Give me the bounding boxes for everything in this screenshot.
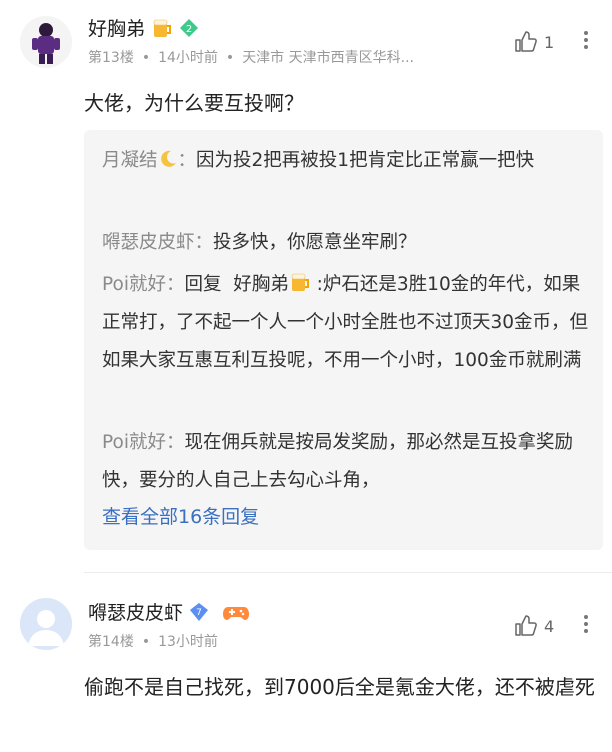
reply-item[interactable]: Poi就好：现在佣兵就是按局发奖励，那必然是互投拿奖励快，要分的人自己上去勾心斗… xyxy=(102,424,597,500)
reply-item[interactable]: Poi就好：回复 好胸弟 :炉石还是3胜10金的年代，如果正常打，了不起一个人一… xyxy=(102,266,597,380)
more-options-icon[interactable] xyxy=(584,612,590,636)
like-count: 4 xyxy=(544,616,555,636)
comment-text: 大佬，为什么要互投啊？ xyxy=(84,91,304,115)
comment-meta: 第14楼 • 13小时前 xyxy=(88,634,218,650)
moon-icon xyxy=(158,145,178,167)
reply-to-user[interactable]: 好胸弟 xyxy=(233,274,289,295)
more-options-icon[interactable] xyxy=(584,28,590,52)
gamepad-icon xyxy=(223,602,250,622)
comment-text: 偷跑不是自己找死，到7000后全是氪金大佬，还不被虐死 xyxy=(84,675,595,699)
like-button[interactable]: 1 xyxy=(514,30,554,54)
comment-meta: 第13楼 • 14小时前 • 天津市 天津市西青区华科... xyxy=(88,50,414,66)
username[interactable]: 好胸弟 2 xyxy=(88,14,199,41)
reply-author[interactable]: 嘚瑟皮皮虾： xyxy=(102,232,213,253)
reply-box[interactable]: 月凝结 ：因为投2把再被投1把肯定比正常赢一把快 嘚瑟皮皮虾：投多快，你愿意坐牢刷… xyxy=(84,130,603,550)
username[interactable]: 嘚瑟皮皮虾 7 xyxy=(88,598,250,625)
reply-item[interactable]: 月凝结 ：因为投2把再被投1把肯定比正常赢一把快 xyxy=(102,142,597,180)
like-button[interactable]: 4 xyxy=(514,614,554,638)
beer-icon xyxy=(289,269,311,291)
avatar[interactable] xyxy=(20,598,72,650)
like-count: 1 xyxy=(544,32,555,52)
reply-text: 因为投2把再被投1把肯定比正常赢一把快 xyxy=(196,150,535,171)
thumbs-up-icon xyxy=(515,615,537,636)
reply-item[interactable]: 嘚瑟皮皮虾：投多快，你愿意坐牢刷？ xyxy=(102,224,597,262)
level-badge-icon: 7 xyxy=(189,602,209,622)
level-badge-icon: 2 xyxy=(179,18,199,38)
avatar[interactable] xyxy=(20,16,72,68)
reply-author[interactable]: Poi就好： xyxy=(102,432,184,453)
view-all-replies-link[interactable]: 查看全部16条回复 xyxy=(102,502,259,529)
svg-text:7: 7 xyxy=(196,608,202,618)
reply-author[interactable]: 月凝结： xyxy=(102,150,196,171)
beer-icon xyxy=(151,17,173,39)
svg-text:2: 2 xyxy=(186,24,192,35)
reply-text: 投多快，你愿意坐牢刷？ xyxy=(213,232,417,253)
reply-author[interactable]: Poi就好： xyxy=(102,274,184,295)
thumbs-up-icon xyxy=(515,31,537,52)
divider xyxy=(84,572,612,573)
